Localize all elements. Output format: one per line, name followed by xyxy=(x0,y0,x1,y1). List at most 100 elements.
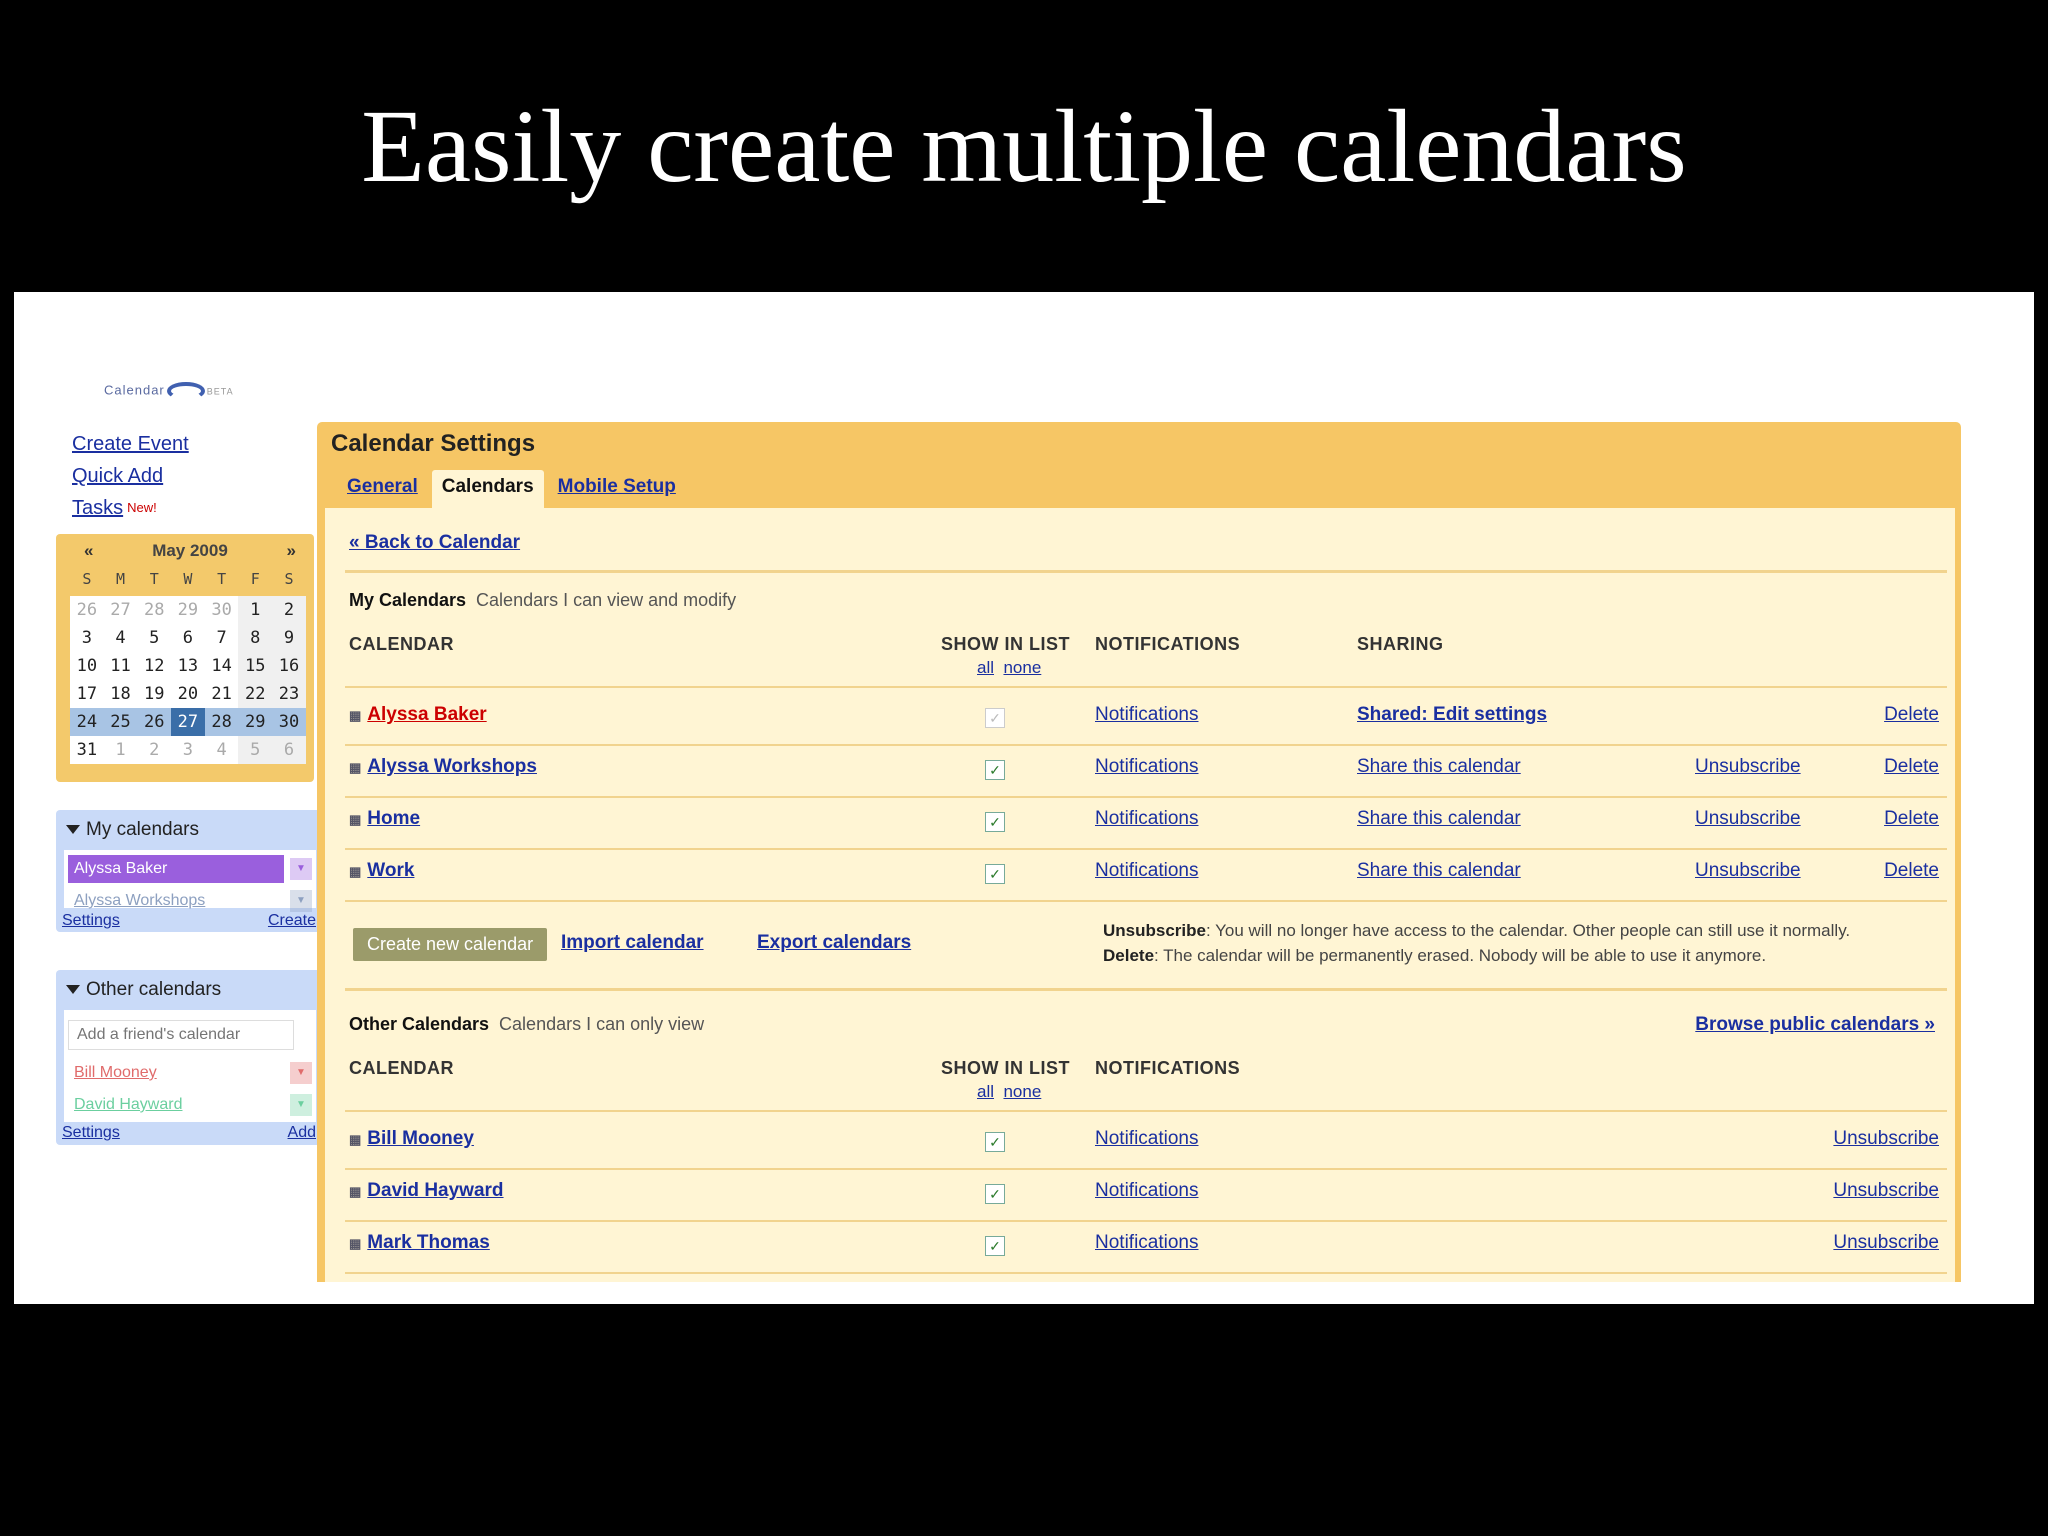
notifications-link[interactable]: Notifications xyxy=(1095,860,1199,882)
calendar-menu-arrow-icon[interactable]: ▼ xyxy=(290,1094,312,1116)
tasks-link[interactable]: Tasks xyxy=(72,497,123,519)
calendar-name[interactable]: ▦ David Hayward xyxy=(349,1180,504,1202)
mini-calendar-day[interactable]: 26 xyxy=(70,596,104,624)
side-calendar-item[interactable]: Alyssa Baker ▼ xyxy=(68,854,312,884)
mini-calendar-day[interactable]: 3 xyxy=(171,736,205,764)
mini-calendar-day[interactable]: 11 xyxy=(104,652,138,680)
prev-month-button[interactable]: « xyxy=(84,541,93,561)
mini-calendar-day[interactable]: 29 xyxy=(238,708,272,736)
sharing-link[interactable]: Shared: Edit settings xyxy=(1357,704,1547,726)
side-calendar-name[interactable]: Alyssa Workshops xyxy=(68,887,284,915)
calendar-menu-arrow-icon[interactable]: ▼ xyxy=(290,1062,312,1084)
my-calendars-header[interactable]: My calendars xyxy=(56,810,324,850)
show-in-list-checkbox[interactable]: ✓ xyxy=(985,760,1005,780)
sharing-link[interactable]: Share this calendar xyxy=(1357,808,1521,830)
mini-calendar-day[interactable]: 24 xyxy=(70,708,104,736)
mini-calendar-day[interactable]: 17 xyxy=(70,680,104,708)
show-none-link[interactable]: none xyxy=(1003,658,1041,677)
mini-calendar-day[interactable]: 6 xyxy=(272,736,306,764)
show-in-list-checkbox[interactable]: ✓ xyxy=(985,812,1005,832)
mini-calendar-day[interactable]: 23 xyxy=(272,680,306,708)
show-in-list-checkbox[interactable]: ✓ xyxy=(985,708,1005,728)
mini-calendar-day[interactable]: 30 xyxy=(205,596,239,624)
mini-calendar-day[interactable]: 25 xyxy=(104,708,138,736)
my-calendars-create-link[interactable]: Create xyxy=(268,912,316,930)
calendar-name[interactable]: ▦ Mark Thomas xyxy=(349,1232,490,1254)
unsubscribe-link[interactable]: Unsubscribe xyxy=(1695,756,1801,778)
calendar-name-link[interactable]: Work xyxy=(367,860,414,881)
mini-calendar-day[interactable]: 27 xyxy=(171,708,205,736)
calendar-name[interactable]: ▦ Home xyxy=(349,808,420,830)
mini-calendar-day[interactable]: 12 xyxy=(137,652,171,680)
mini-calendar-day[interactable]: 1 xyxy=(104,736,138,764)
mini-calendar-day[interactable]: 14 xyxy=(205,652,239,680)
my-calendars-settings-link[interactable]: Settings xyxy=(62,912,120,930)
unsubscribe-link[interactable]: Unsubscribe xyxy=(1833,1232,1939,1254)
mini-calendar-day[interactable]: 6 xyxy=(171,624,205,652)
show-all-link[interactable]: all xyxy=(977,1082,994,1101)
notifications-link[interactable]: Notifications xyxy=(1095,808,1199,830)
mini-calendar-day[interactable]: 13 xyxy=(171,652,205,680)
calendar-logo[interactable]: Calendar BETA xyxy=(104,382,234,400)
mini-calendar-day[interactable]: 4 xyxy=(104,624,138,652)
show-in-list-checkbox[interactable]: ✓ xyxy=(985,1236,1005,1256)
mini-calendar-day[interactable]: 1 xyxy=(238,596,273,624)
other-calendars-settings-link[interactable]: Settings xyxy=(62,1124,120,1142)
import-calendar-link[interactable]: Import calendar xyxy=(561,932,704,954)
calendar-name-link[interactable]: Mark Thomas xyxy=(367,1232,489,1253)
create-event-link[interactable]: Create Event xyxy=(72,433,189,455)
mini-calendar-day[interactable]: 31 xyxy=(70,736,104,764)
side-calendar-name[interactable]: Bill Mooney xyxy=(68,1059,284,1087)
mini-calendar-day[interactable]: 16 xyxy=(272,652,306,680)
add-friend-calendar-input[interactable] xyxy=(68,1020,294,1050)
mini-calendar-day[interactable]: 18 xyxy=(104,680,138,708)
calendar-name-link[interactable]: Home xyxy=(367,808,420,829)
mini-calendar-day[interactable]: 28 xyxy=(205,708,239,736)
show-in-list-checkbox[interactable]: ✓ xyxy=(985,1184,1005,1204)
notifications-link[interactable]: Notifications xyxy=(1095,704,1199,726)
calendar-name[interactable]: ▦ Alyssa Workshops xyxy=(349,756,537,778)
mini-calendar-day[interactable]: 15 xyxy=(238,652,273,680)
other-calendars-header[interactable]: Other calendars xyxy=(56,970,324,1010)
create-new-calendar-button[interactable]: Create new calendar xyxy=(353,928,548,961)
next-month-button[interactable]: » xyxy=(287,541,296,561)
notifications-link[interactable]: Notifications xyxy=(1095,756,1199,778)
mini-calendar-day[interactable]: 2 xyxy=(137,736,171,764)
mini-calendar-day[interactable]: 20 xyxy=(171,680,205,708)
mini-calendar-day[interactable]: 4 xyxy=(205,736,239,764)
calendar-name[interactable]: ▦ Work xyxy=(349,860,414,882)
notifications-link[interactable]: Notifications xyxy=(1095,1232,1199,1254)
export-calendars-link[interactable]: Export calendars xyxy=(757,932,911,954)
mini-calendar-day[interactable]: 27 xyxy=(104,596,138,624)
sharing-link[interactable]: Share this calendar xyxy=(1357,756,1521,778)
show-all-link[interactable]: all xyxy=(977,658,994,677)
delete-link[interactable]: Delete xyxy=(1884,756,1939,778)
back-to-calendar-link[interactable]: « Back to Calendar xyxy=(349,532,520,554)
show-in-list-checkbox[interactable]: ✓ xyxy=(985,1132,1005,1152)
show-in-list-checkbox[interactable]: ✓ xyxy=(985,864,1005,884)
calendar-name-link[interactable]: Alyssa Workshops xyxy=(367,756,537,777)
mini-calendar-day[interactable]: 5 xyxy=(238,736,273,764)
tab-calendars[interactable]: Calendars xyxy=(431,470,544,510)
mini-calendar-day[interactable]: 3 xyxy=(70,624,104,652)
notifications-link[interactable]: Notifications xyxy=(1095,1180,1199,1202)
sharing-link[interactable]: Share this calendar xyxy=(1357,860,1521,882)
notifications-link[interactable]: Notifications xyxy=(1095,1128,1199,1150)
mini-calendar-day[interactable]: 22 xyxy=(238,680,273,708)
side-calendar-item[interactable]: David Hayward ▼ xyxy=(68,1090,312,1120)
mini-calendar-day[interactable]: 10 xyxy=(70,652,104,680)
mini-calendar-day[interactable]: 19 xyxy=(137,680,171,708)
show-none-link[interactable]: none xyxy=(1003,1082,1041,1101)
calendar-menu-arrow-icon[interactable]: ▼ xyxy=(290,858,312,880)
unsubscribe-link[interactable]: Unsubscribe xyxy=(1833,1128,1939,1150)
calendar-name[interactable]: ▦ Bill Mooney xyxy=(349,1128,474,1150)
mini-calendar-day[interactable]: 8 xyxy=(238,624,273,652)
side-calendar-item[interactable]: Bill Mooney ▼ xyxy=(68,1058,312,1088)
side-calendar-name[interactable]: Alyssa Baker xyxy=(68,855,284,883)
calendar-name-link[interactable]: Alyssa Baker xyxy=(367,704,486,725)
quick-add-link[interactable]: Quick Add xyxy=(72,465,163,487)
tab-general[interactable]: General xyxy=(337,470,428,510)
browse-public-calendars-link[interactable]: Browse public calendars » xyxy=(1695,1014,1935,1036)
mini-calendar-day[interactable]: 26 xyxy=(137,708,171,736)
tab-mobile-setup[interactable]: Mobile Setup xyxy=(548,470,686,510)
